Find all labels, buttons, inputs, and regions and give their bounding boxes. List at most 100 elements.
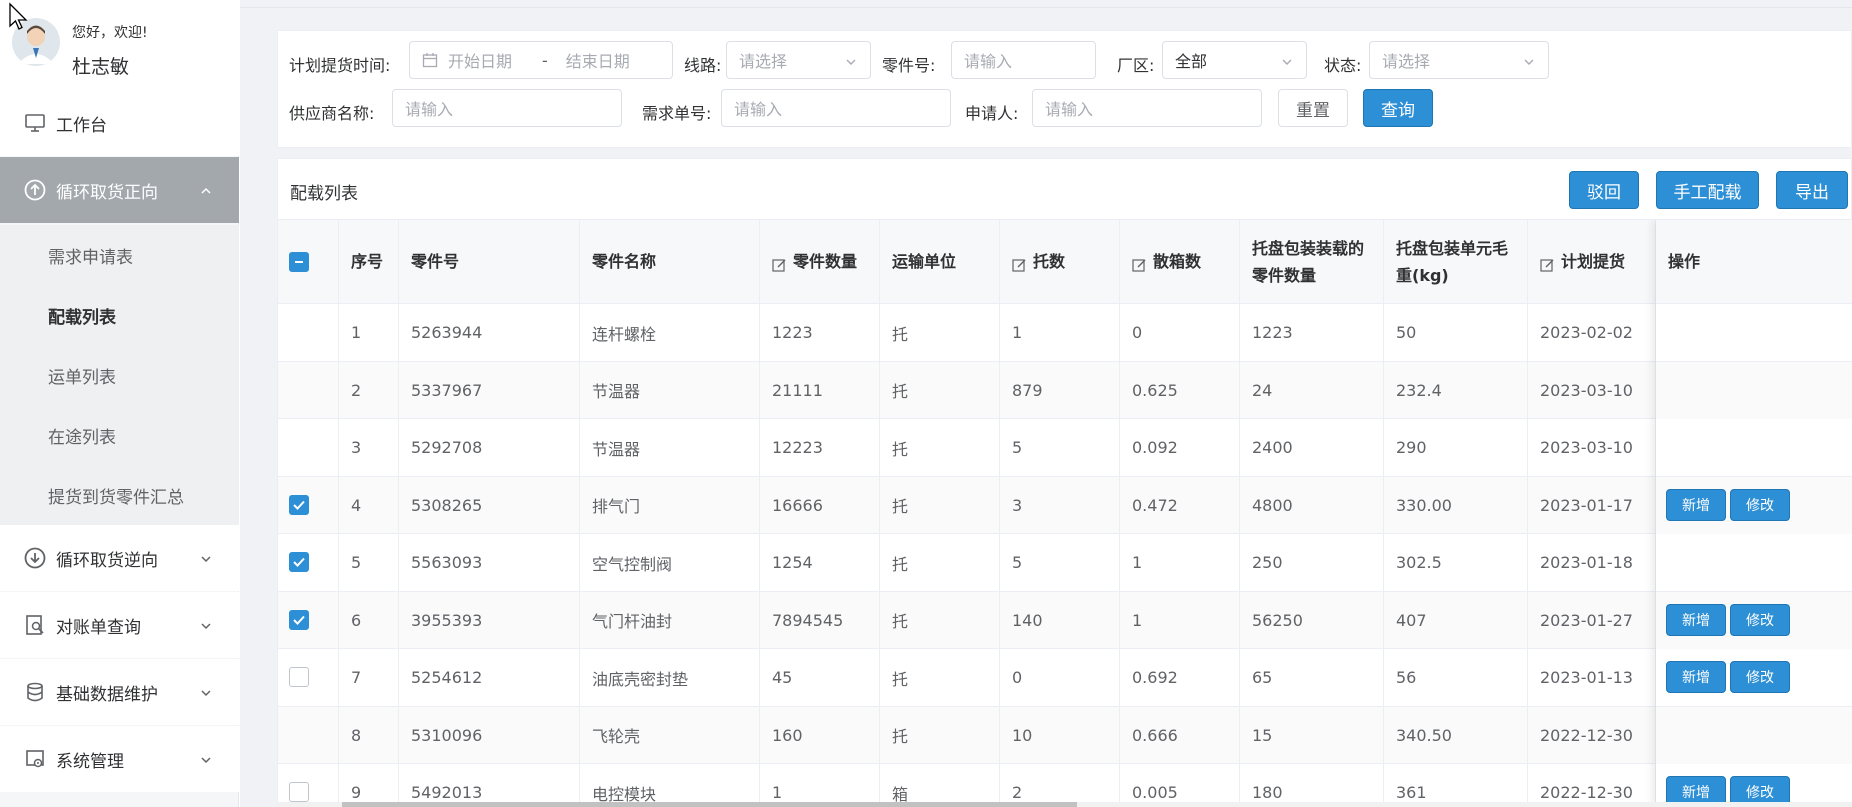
sidebar-item-waybill[interactable]: 运单列表 (0, 345, 239, 405)
menu-forward-group[interactable]: 循环取货正向 (0, 157, 239, 223)
cell-pallets: 3 (1000, 476, 1120, 534)
demand-no-label: 需求单号: (642, 104, 712, 123)
row-checkbox[interactable] (289, 667, 309, 687)
sidebar-item-demand[interactable]: 需求申请表 (0, 225, 239, 285)
horizontal-scroll-thumb[interactable] (342, 802, 1077, 807)
cell-index: 1 (339, 304, 399, 361)
route-select[interactable]: 请选择 (726, 41, 871, 79)
table-header-index: 序号 (339, 220, 399, 304)
cell-loose: 0 (1120, 304, 1240, 361)
query-button[interactable]: 查询 (1363, 89, 1433, 127)
cell-pallet-weight: 407 (1384, 591, 1528, 649)
cell-part-no: 5308265 (399, 476, 580, 534)
edit-button[interactable]: 修改 (1730, 488, 1790, 521)
table-row[interactable]: 3 5292708 节温器 12223 托 5 0.092 2400 290 2023-03-10 (278, 419, 1852, 477)
table-row[interactable]: 8 5310096 飞轮壳 160 托 10 0.666 15 340.50 2022-12-30 (278, 706, 1852, 764)
table-row[interactable]: 9 5492013 电控模块 1 箱 2 0.005 180 361 2022-12-30 新增 修改 (278, 764, 1852, 807)
route-label: 线路: (684, 56, 722, 75)
cell-actions: 新增 修改 (1656, 476, 1852, 534)
menu-system-admin[interactable]: 系统管理 (0, 726, 239, 792)
start-date-input[interactable]: 开始日期 (448, 48, 528, 72)
add-button[interactable]: 新增 (1666, 488, 1726, 521)
menu-workbench[interactable]: 工作台 (0, 90, 239, 156)
select-all-checkbox[interactable] (289, 251, 309, 272)
row-checkbox[interactable] (289, 782, 309, 802)
part-no-input[interactable]: 请输入 (951, 41, 1096, 79)
plant-select[interactable]: 全部 (1162, 41, 1307, 79)
demand-no-input[interactable]: 请输入 (721, 89, 951, 127)
row-select-cell (278, 706, 339, 764)
cell-pallet-qty: 180 (1240, 764, 1384, 807)
cell-loose: 0.472 (1120, 476, 1240, 534)
manual-loading-button[interactable]: 手工配载 (1656, 171, 1759, 209)
table-row[interactable]: 2 5337967 节温器 21111 托 879 0.625 24 232.4 2023-03-… (278, 361, 1852, 419)
table-row[interactable]: 6 3955393 气门杆油封 7894545 托 140 1 56250 407 2023-01… (278, 591, 1852, 649)
cell-quantity: 1223 (760, 304, 880, 361)
header-label: 零件数量 (793, 252, 858, 271)
sidebar-item-loading-list[interactable]: 配载列表 (0, 285, 239, 345)
menu-statement-query[interactable]: 对账单查询 (0, 592, 239, 658)
edit-icon (1132, 254, 1147, 272)
cell-part-no: 5263944 (399, 304, 580, 361)
add-button[interactable]: 新增 (1666, 603, 1726, 636)
menu-reverse-group[interactable]: 循环取货逆向 (0, 525, 239, 591)
header-label: 散箱数 (1153, 252, 1202, 271)
add-button[interactable]: 新增 (1666, 661, 1726, 693)
filter-panel: 计划提货时间: 开始日期 - 结束日期 线路: 请选择 零件号: 请输入 厂区:… (277, 30, 1852, 148)
sidebar-item-transit[interactable]: 在途列表 (0, 405, 239, 465)
cell-pallets: 5 (1000, 419, 1120, 476)
cell-plan-date: 2023-01-18 (1528, 534, 1656, 591)
cell-part-name: 飞轮壳 (580, 706, 760, 764)
cell-pallet-weight: 361 (1384, 764, 1528, 807)
cell-quantity: 1 (760, 764, 880, 807)
reject-button[interactable]: 驳回 (1569, 171, 1639, 209)
edit-button[interactable]: 修改 (1730, 603, 1790, 636)
table-header-select (278, 220, 339, 304)
cell-index: 7 (339, 649, 399, 706)
status-select[interactable]: 请选择 (1369, 41, 1549, 79)
cell-pallet-weight: 302.5 (1384, 534, 1528, 591)
cell-actions: 新增 修改 (1656, 764, 1852, 807)
user-name: 杜志敏 (72, 56, 130, 78)
cell-actions: 新增 修改 (1656, 649, 1852, 706)
table-row[interactable]: 1 5263944 连杆螺栓 1223 托 1 0 1223 50 2023-02-02 (278, 304, 1852, 362)
cell-pallet-qty: 4800 (1240, 476, 1384, 534)
cell-quantity: 21111 (760, 361, 880, 419)
cell-quantity: 12223 (760, 419, 880, 476)
horizontal-scrollbar[interactable] (278, 802, 1852, 807)
sidebar-item-summary[interactable]: 提货到货零件汇总 (0, 465, 239, 525)
cell-pallets: 1 (1000, 304, 1120, 361)
table-row[interactable]: 7 5254612 油底壳密封垫 45 托 0 0.692 65 56 2023-01-13 新增修… (278, 649, 1852, 707)
end-date-input[interactable]: 结束日期 (566, 48, 630, 72)
cell-unit: 托 (880, 534, 1000, 591)
cell-unit: 托 (880, 419, 1000, 476)
cell-pallet-qty: 250 (1240, 534, 1384, 591)
menu-basic-data[interactable]: 基础数据维护 (0, 659, 239, 725)
cell-quantity: 45 (760, 649, 880, 706)
cell-loose: 1 (1120, 591, 1240, 649)
check-icon (293, 615, 305, 625)
cell-pallet-weight: 290 (1384, 419, 1528, 476)
reset-button[interactable]: 重置 (1278, 89, 1348, 127)
edit-icon (1540, 254, 1555, 272)
export-button[interactable]: 导出 (1776, 171, 1848, 209)
cell-plan-date: 2022-12-30 (1528, 706, 1656, 764)
cell-plan-date: 2023-01-27 (1528, 591, 1656, 649)
row-checkbox[interactable] (289, 609, 309, 630)
applicant-input[interactable]: 请输入 (1032, 89, 1262, 127)
chevron-down-icon (199, 685, 213, 699)
cell-part-no: 5254612 (399, 649, 580, 706)
row-checkbox[interactable] (289, 552, 309, 572)
plant-label: 厂区: (1117, 56, 1155, 75)
cell-unit: 托 (880, 706, 1000, 764)
table-row[interactable]: 5 5563093 空气控制阀 1254 托 5 1 250 302.5 2023-01-18 (278, 534, 1852, 592)
cell-part-name: 电控模块 (580, 764, 760, 807)
date-range-picker[interactable]: 开始日期 - 结束日期 (409, 41, 673, 79)
chevron-down-icon (199, 752, 213, 766)
system-settings-icon (22, 746, 48, 772)
row-checkbox[interactable] (289, 494, 309, 515)
top-strip (240, 0, 1852, 8)
edit-button[interactable]: 修改 (1730, 661, 1790, 693)
table-row[interactable]: 4 5308265 排气门 16666 托 3 0.472 4800 330.00 2023-01… (278, 476, 1852, 534)
supplier-input[interactable]: 请输入 (392, 89, 622, 127)
